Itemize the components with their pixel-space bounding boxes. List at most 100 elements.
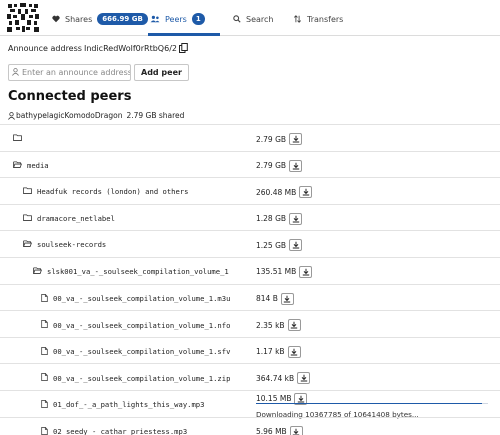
tab-peers[interactable]: Peers 1	[150, 12, 205, 26]
users-icon	[150, 15, 160, 23]
folder-open-icon	[13, 161, 23, 170]
file-row[interactable]: 00_va_-_soulseek_compilation_volume_1.m3…	[0, 283, 500, 311]
peers-count-badge: 1	[191, 13, 205, 25]
folder-row[interactable]: media 2.79 GB	[0, 150, 500, 178]
download-button[interactable]	[289, 212, 303, 225]
size-value: 1.28 GB	[256, 214, 287, 224]
download-button[interactable]	[289, 159, 303, 172]
download-icon	[292, 215, 299, 223]
tree-item-name: media	[13, 161, 49, 170]
tree-item-label: 00_va_-_soulseek_compilation_volume_1.sf…	[53, 347, 231, 357]
tree-item-label: slsk001_va_-_soulseek_compilation_volume…	[47, 266, 229, 276]
tree-item-size: 814 B	[256, 292, 294, 305]
peer-shared-size: 2.79 GB shared	[126, 111, 185, 120]
tree-item-size: 364.74 kB	[256, 372, 311, 385]
tree-item-size: 260.48 MB	[256, 186, 313, 199]
tree-item-label: Headfuk records (london) and others	[37, 187, 189, 197]
tree-item-size: 1.17 kB	[256, 345, 301, 358]
download-icon	[292, 242, 299, 249]
download-button[interactable]	[299, 265, 313, 278]
size-value: 1.17 kB	[256, 347, 285, 357]
size-value: 260.48 MB	[256, 187, 297, 197]
tree-item-label: soulseek-records	[37, 240, 107, 250]
top-nav-bar: Shares 666.99 GB Peers 1 Search Transfer…	[0, 0, 500, 36]
tree-item-size: 2.79 GB	[256, 133, 303, 145]
size-value: 5.96 MB	[256, 427, 287, 435]
user-icon	[8, 111, 15, 120]
tree-item-label: 02_seedy_-_cathar_priestess.mp3	[53, 427, 188, 435]
file-tree: 2.79 GB media 2.79 GB Headfuk records (lond…	[0, 124, 500, 435]
tab-search[interactable]: Search	[233, 12, 273, 26]
identicon-avatar[interactable]	[6, 2, 40, 34]
size-value: 2.79 GB	[256, 161, 287, 171]
search-icon	[233, 15, 241, 23]
download-button[interactable]	[289, 133, 303, 145]
tree-item-label: media	[27, 160, 49, 170]
tree-item-size: 5.96 MB	[256, 425, 303, 435]
folder-open-icon	[33, 267, 43, 276]
peer-name: bathypelagicKomodoDragon	[16, 111, 123, 120]
tab-transfers[interactable]: Transfers	[293, 12, 343, 26]
file-row[interactable]: 02_seedy_-_cathar_priestess.mp3 5.96 MB	[0, 416, 500, 435]
download-button[interactable]	[289, 425, 303, 435]
announce-label: Announce address	[8, 43, 82, 53]
add-peer-button[interactable]: Add peer	[134, 64, 189, 81]
tree-item-size: 2.79 GB	[256, 159, 303, 172]
download-progress-fill	[256, 402, 482, 405]
download-icon	[292, 162, 299, 170]
file-icon	[41, 346, 48, 357]
tree-item-size: 135.51 MB	[256, 265, 313, 278]
download-icon	[302, 268, 309, 276]
file-icon	[41, 373, 48, 383]
tree-item-name: slsk001_va_-_soulseek_compilation_volume…	[33, 267, 229, 276]
announce-address-line: Announce address IndicRedWolf0rRtbQ6/2	[8, 43, 188, 53]
connected-peers-heading: Connected peers	[8, 89, 132, 104]
folder-row[interactable]: Headfuk records (london) and others 260.4…	[0, 177, 500, 204]
heart-icon	[52, 15, 60, 23]
user-icon	[12, 68, 19, 76]
file-row[interactable]: 00_va_-_soulseek_compilation_volume_1.nf…	[0, 310, 500, 337]
copy-icon[interactable]	[178, 43, 188, 53]
active-tab-indicator	[148, 33, 220, 36]
tree-item-size: 1.25 GB	[256, 239, 303, 252]
file-row[interactable]: 00_va_-_soulseek_compilation_volume_1.zi…	[0, 363, 500, 390]
announce-address: IndicRedWolf0rRtbQ6/2	[83, 43, 177, 53]
download-icon	[292, 135, 299, 143]
download-button[interactable]	[289, 239, 303, 252]
tab-shares[interactable]: Shares 666.99 GB	[52, 12, 148, 26]
size-value: 135.51 MB	[256, 267, 297, 277]
download-button[interactable]	[297, 372, 311, 385]
transfer-arrows-icon	[293, 15, 302, 23]
folder-row[interactable]: 2.79 GB	[0, 124, 500, 151]
tab-search-label: Search	[246, 14, 274, 24]
download-button[interactable]	[287, 345, 301, 358]
tree-item-name: 00_va_-_soulseek_compilation_volume_1.zi…	[41, 373, 230, 383]
folder-row[interactable]: dramacore_netlabel 1.28 GB	[0, 203, 500, 231]
download-button[interactable]	[287, 319, 301, 332]
folder-row[interactable]: slsk001_va_-_soulseek_compilation_volume…	[0, 256, 500, 284]
tree-item-label: dramacore_netlabel	[37, 213, 115, 223]
tab-peers-label: Peers	[165, 14, 187, 24]
download-button[interactable]	[299, 186, 313, 199]
tree-item-name: 00_va_-_soulseek_compilation_volume_1.sf…	[41, 346, 231, 357]
download-progress-bar	[256, 402, 488, 405]
tree-item-name: Headfuk records (london) and others	[23, 187, 188, 196]
folder-icon	[23, 187, 32, 196]
download-icon	[290, 321, 298, 329]
tree-item-name: soulseek-records	[23, 240, 106, 249]
file-icon	[41, 320, 48, 330]
tree-item-size: 1.28 GB	[256, 212, 303, 225]
file-row[interactable]: 00_va_-_soulseek_compilation_volume_1.sf…	[0, 336, 500, 364]
tree-item-name: dramacore_netlabel	[23, 214, 115, 223]
tree-item-name: 01_dof_-_a_path_lights_this_way.mp3	[41, 399, 204, 410]
folder-row[interactable]: soulseek-records 1.25 GB	[0, 230, 500, 257]
tree-item-label: 00_va_-_soulseek_compilation_volume_1.zi…	[53, 373, 231, 383]
download-icon	[302, 188, 309, 196]
peer-entry: bathypelagicKomodoDragon 2.79 GB shared	[8, 111, 184, 120]
tree-item-label: 00_va_-_soulseek_compilation_volume_1.m3…	[53, 294, 231, 304]
download-button[interactable]	[280, 292, 294, 305]
file-row[interactable]: 01_dof_-_a_path_lights_this_way.mp3 10.15…	[0, 389, 500, 419]
announce-address-input[interactable]	[8, 64, 131, 81]
tree-item-name	[13, 134, 27, 143]
tab-transfers-label: Transfers	[307, 14, 344, 24]
